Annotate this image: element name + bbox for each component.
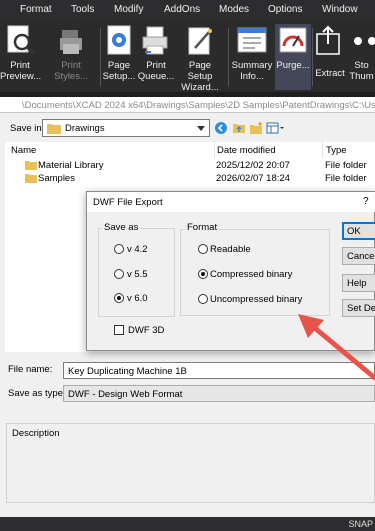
dwf-3d-label: DWF 3D — [128, 325, 165, 336]
column-header-name[interactable]: Name — [11, 145, 36, 156]
menu-modes[interactable]: Modes — [219, 4, 249, 15]
snap-toggle[interactable]: SNAP — [348, 519, 373, 529]
dwf-3d-checkbox[interactable] — [114, 325, 124, 335]
folder-icon — [47, 124, 61, 134]
path-bar: \Documents\XCAD 2024 x64\Drawings\Sample… — [0, 97, 375, 113]
toolbar-separator — [100, 28, 101, 86]
format-label: Uncompressed binary — [210, 294, 303, 305]
format-radio-readable[interactable] — [198, 244, 208, 254]
store-thumbnail-button[interactable]: Sto Thum — [348, 24, 375, 90]
summary-info-button[interactable]: Summary Info... — [230, 24, 274, 90]
list-item[interactable]: Material Library 2025/12/02 20:07 File f… — [5, 159, 375, 172]
save-as-group-label: Save as — [102, 222, 141, 233]
menu-modify[interactable]: Modify — [114, 4, 143, 15]
print-queue-icon — [142, 26, 168, 55]
save-as-type-label: Save as type: — [8, 388, 66, 399]
summary-info-icon — [237, 27, 267, 53]
view-menu-icon[interactable] — [266, 121, 286, 135]
file-name-label: File name: — [8, 364, 53, 375]
format-label: Readable — [210, 244, 251, 255]
menu-addons[interactable]: AddOns — [164, 4, 200, 15]
dialog-title: DWF File Export — [93, 197, 163, 208]
purge-icon — [279, 27, 307, 53]
print-preview-icon — [7, 25, 36, 56]
page-setup-icon — [107, 25, 131, 55]
description-frame — [6, 423, 375, 503]
page-setup-wizard-button[interactable]: Page Setup Wizard... — [176, 24, 224, 93]
version-radio-4-2[interactable] — [114, 244, 124, 254]
save-in-dropdown[interactable]: Drawings — [42, 119, 210, 137]
extract-icon — [316, 25, 340, 55]
chevron-down-icon — [197, 126, 205, 131]
more-dots-icon — [354, 37, 375, 45]
save-in-label: Save in: — [10, 123, 45, 134]
help-button[interactable]: ? — [363, 196, 369, 207]
menu-bar: Format Tools Modify AddOns Modes Options… — [0, 0, 375, 20]
menu-window[interactable]: Window — [322, 4, 358, 15]
ok-button[interactable]: OK — [342, 222, 375, 240]
purge-button[interactable]: Purge... — [275, 24, 311, 90]
toolbar-separator — [228, 28, 229, 86]
print-queue-button[interactable]: Print Queue... — [136, 24, 176, 90]
cancel-button[interactable]: Cancel — [342, 247, 375, 265]
print-styles-icon — [60, 30, 82, 54]
menu-options[interactable]: Options — [268, 4, 302, 15]
list-item[interactable]: Samples 2026/02/07 18:24 File folder — [5, 172, 375, 185]
status-bar: SNAP — [0, 517, 375, 531]
menu-format[interactable]: Format — [20, 4, 52, 15]
version-radio-6-0[interactable] — [114, 293, 124, 303]
ribbon-toolbar: Print Preview... Print Styles... Page Se… — [0, 20, 375, 93]
menu-tools[interactable]: Tools — [71, 4, 94, 15]
column-divider — [214, 142, 215, 158]
print-styles-button[interactable]: Print Styles... — [44, 24, 98, 90]
column-divider — [322, 142, 323, 158]
page-setup-button[interactable]: Page Setup... — [102, 24, 136, 90]
version-label: v 6.0 — [127, 293, 148, 304]
format-label: Compressed binary — [210, 269, 293, 280]
dialog-title-bar: DWF File Export ? — [87, 192, 375, 212]
format-radio-uncompressed[interactable] — [198, 294, 208, 304]
page-setup-wizard-icon — [188, 27, 212, 55]
column-header-type[interactable]: Type — [326, 145, 347, 156]
version-label: v 5.5 — [127, 269, 148, 280]
description-label: Description — [12, 428, 60, 439]
folder-icon — [25, 174, 37, 183]
format-radio-compressed[interactable] — [198, 269, 208, 279]
new-folder-icon[interactable] — [249, 121, 263, 135]
extract-button[interactable]: Extract — [313, 24, 347, 90]
version-label: v 4.2 — [127, 244, 148, 255]
print-preview-button[interactable]: Print Preview... — [0, 24, 41, 90]
back-icon[interactable] — [214, 121, 228, 135]
folder-icon — [25, 161, 37, 170]
version-radio-5-5[interactable] — [114, 269, 124, 279]
annotation-arrow-icon — [298, 314, 375, 381]
column-header-date[interactable]: Date modified — [217, 145, 276, 156]
help-dialog-button[interactable]: Help — [342, 274, 375, 292]
format-group-label: Format — [185, 222, 220, 233]
up-folder-icon[interactable] — [232, 121, 246, 135]
